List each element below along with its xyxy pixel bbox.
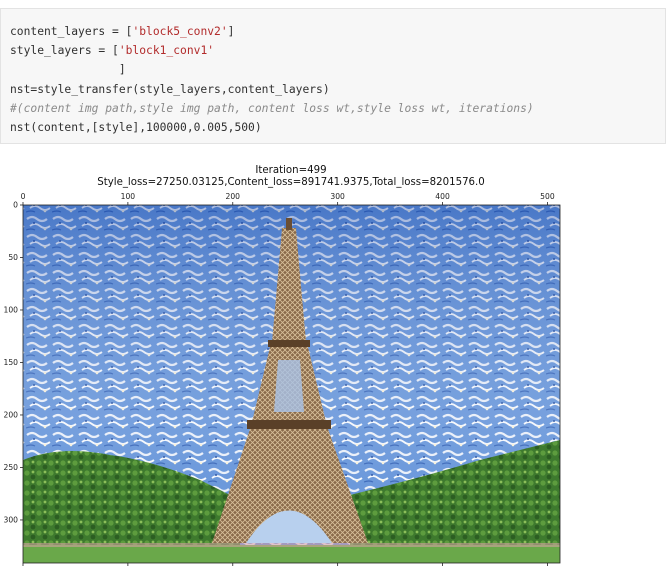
code-line-style-layers: style_layers = ['block1_conv1' [10,41,534,60]
x-tick-label: 400 [435,192,450,201]
code-cell[interactable]: content_layers = ['block5_conv2'] style_… [0,8,666,144]
code-line-closing-bracket: ] [10,60,534,79]
notebook-page: content_layers = ['block5_conv2'] style_… [0,0,670,569]
y-tick-label: 0 [13,201,18,210]
code-text: ] [10,63,126,77]
code-line-comment: #(content img path,style img path, conte… [10,99,534,118]
code-text: nst(content,[style],100000,0.005,500) [10,120,262,134]
code-text: ] [227,25,235,38]
plot-axes: 0 100 200 300 400 500 0 50 100 150 200 250 300 [4,192,561,566]
code-line-style-transfer: nst=style_transfer(style_layers,content_… [10,80,534,99]
y-tick-label: 250 [4,463,19,472]
y-tick-label: 100 [4,306,19,315]
x-tick-label: 0 [21,192,26,201]
x-tick-label: 200 [226,192,241,201]
grass [23,545,560,563]
y-tick-label: 50 [8,253,18,262]
code-text: nst=style_transfer(style_layers,content_… [10,82,330,96]
code-text: style_layers = [ [10,44,119,58]
flowers [23,543,560,547]
code-line-content-layers: content_layers = ['block5_conv2'] [10,22,534,41]
x-tick-label: 100 [121,192,136,201]
x-tick-label: 300 [330,192,345,201]
code-string: 'block1_conv1' [118,44,215,58]
stylized-eiffel-image [23,205,560,563]
code-comment: #(content img path,style img path, conte… [10,101,534,115]
plot-output: Iteration=499 Style_loss=27250.03125,Con… [0,160,600,569]
y-axis: 0 50 100 150 200 250 300 [4,201,23,525]
y-tick-label: 200 [4,411,19,420]
code-string: 'block5_conv2' [132,25,228,38]
code-line-nst-call: nst(content,[style],100000,0.005,500) [10,118,534,137]
x-tick-label: 500 [540,192,555,201]
code-text: content_layers = [ [10,25,133,38]
code-editor[interactable]: content_layers = ['block5_conv2'] style_… [10,22,534,137]
y-tick-label: 150 [4,358,19,367]
y-tick-label: 300 [4,516,19,525]
